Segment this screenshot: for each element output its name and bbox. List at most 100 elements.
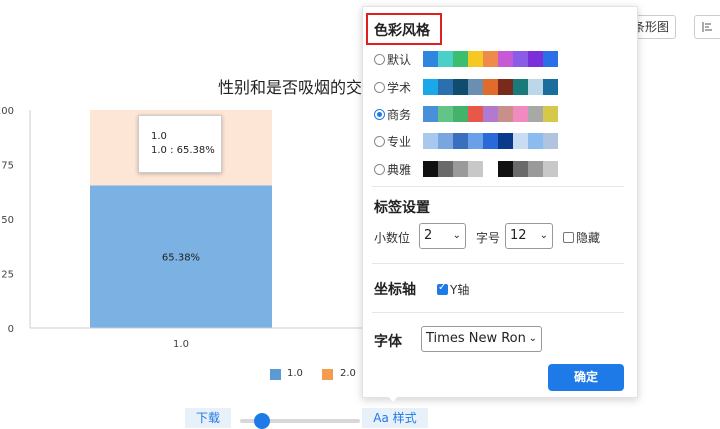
y-tick-label: 25 bbox=[1, 270, 14, 281]
color-swatch bbox=[468, 79, 483, 95]
y-tick-label: 100 bbox=[0, 106, 14, 117]
color-swatch bbox=[483, 133, 498, 149]
color-swatch bbox=[528, 133, 543, 149]
chevron-down-icon: ⌄ bbox=[528, 333, 537, 344]
color-swatch bbox=[498, 133, 513, 149]
color-swatch bbox=[528, 51, 543, 67]
color-swatch bbox=[438, 79, 453, 95]
scheme-swatches-default[interactable] bbox=[423, 51, 558, 67]
color-swatch bbox=[423, 51, 438, 67]
scheme-swatches-academic[interactable] bbox=[423, 79, 558, 95]
color-swatch bbox=[483, 51, 498, 67]
color-swatch bbox=[468, 106, 483, 122]
font-section-title: 字体 bbox=[374, 334, 402, 350]
chevron-down-icon: ⌄ bbox=[452, 230, 461, 241]
chevron-down-icon: ⌄ bbox=[539, 230, 548, 241]
color-swatch bbox=[423, 161, 438, 177]
tooltip-title: 1.0 bbox=[151, 131, 167, 142]
legend-swatch-2 bbox=[322, 369, 333, 380]
x-tick-label: 1.0 bbox=[173, 339, 189, 350]
color-swatch bbox=[423, 106, 438, 122]
divider bbox=[372, 186, 624, 187]
color-swatch bbox=[543, 106, 558, 122]
legend-label-1: 1.0 bbox=[287, 368, 303, 379]
color-swatch bbox=[453, 51, 468, 67]
color-swatch bbox=[453, 106, 468, 122]
bar-data-label: 65.38% bbox=[162, 253, 200, 264]
decimal-label: 小数位 bbox=[374, 231, 411, 245]
scheme-radio-elegant[interactable] bbox=[374, 164, 385, 175]
scheme-swatches-business[interactable] bbox=[423, 106, 558, 122]
color-swatch bbox=[483, 161, 498, 177]
color-swatch bbox=[468, 161, 483, 177]
fontsize-label: 字号 bbox=[476, 231, 501, 245]
download-button[interactable]: 下载 bbox=[185, 408, 231, 428]
scheme-swatches-professional[interactable] bbox=[423, 133, 558, 149]
color-swatch bbox=[543, 51, 558, 67]
hide-checkbox[interactable] bbox=[563, 232, 574, 243]
list-icon bbox=[702, 22, 712, 32]
color-swatch bbox=[513, 161, 528, 177]
legend-label-2: 2.0 bbox=[340, 368, 356, 379]
color-swatch bbox=[468, 133, 483, 149]
color-swatch bbox=[498, 161, 513, 177]
color-swatch bbox=[423, 79, 438, 95]
color-swatch bbox=[528, 161, 543, 177]
color-swatch bbox=[438, 161, 453, 177]
chart-tooltip: 1.0 1.0 : 65.38% bbox=[138, 115, 222, 173]
legend-swatch-1 bbox=[270, 369, 281, 380]
color-swatch bbox=[438, 133, 453, 149]
bar-chart-label: 条形图 bbox=[633, 20, 670, 34]
color-style-title: 色彩风格 bbox=[374, 23, 430, 39]
decimal-select[interactable]: 2 ⌄ bbox=[419, 223, 466, 249]
style-button[interactable]: Aa 样式 bbox=[362, 408, 428, 428]
size-slider-thumb[interactable] bbox=[253, 413, 270, 429]
color-swatch bbox=[513, 79, 528, 95]
color-swatch bbox=[438, 51, 453, 67]
axis-section-title: 坐标轴 bbox=[374, 282, 416, 298]
label-settings-title: 标签设置 bbox=[374, 200, 430, 216]
color-swatch bbox=[498, 51, 513, 67]
y-axis-checkbox[interactable] bbox=[437, 282, 448, 295]
scheme-radio-professional[interactable] bbox=[374, 136, 385, 147]
scheme-radio-business[interactable] bbox=[374, 109, 385, 120]
color-swatch bbox=[453, 133, 468, 149]
decimal-value: 2 bbox=[424, 228, 433, 243]
color-swatch bbox=[528, 106, 543, 122]
color-swatch bbox=[543, 133, 558, 149]
color-swatch bbox=[483, 79, 498, 95]
color-swatch bbox=[528, 79, 543, 95]
fontsize-value: 12 bbox=[510, 228, 527, 243]
hide-label: 隐藏 bbox=[576, 231, 601, 245]
scheme-label-academic: 学术 bbox=[387, 81, 412, 95]
fontsize-select[interactable]: 12 ⌄ bbox=[505, 223, 553, 249]
y-tick-label: 0 bbox=[8, 324, 14, 335]
y-tick-label: 75 bbox=[1, 161, 14, 172]
popover-arrow bbox=[386, 394, 400, 402]
list-view-button[interactable] bbox=[694, 15, 720, 39]
color-swatch bbox=[438, 106, 453, 122]
scheme-label-business: 商务 bbox=[387, 108, 412, 122]
color-swatch bbox=[498, 106, 513, 122]
confirm-button[interactable]: 确定 bbox=[548, 364, 624, 391]
color-swatch bbox=[453, 79, 468, 95]
scheme-label-default: 默认 bbox=[387, 53, 412, 67]
tooltip-value: 1.0 : 65.38% bbox=[151, 145, 215, 156]
scheme-radio-academic[interactable] bbox=[374, 82, 385, 93]
color-swatch bbox=[468, 51, 483, 67]
font-value: Times New Ron bbox=[426, 331, 526, 346]
divider bbox=[372, 263, 624, 264]
font-select[interactable]: Times New Ron ⌄ bbox=[421, 326, 542, 352]
color-swatch bbox=[423, 133, 438, 149]
scheme-label-elegant: 典雅 bbox=[387, 163, 412, 177]
divider bbox=[372, 312, 624, 313]
scheme-label-professional: 专业 bbox=[387, 135, 412, 149]
color-swatch bbox=[513, 133, 528, 149]
color-swatch bbox=[453, 161, 468, 177]
y-axis-label: Y轴 bbox=[450, 283, 470, 297]
color-swatch bbox=[513, 51, 528, 67]
color-swatch bbox=[483, 106, 498, 122]
scheme-radio-default[interactable] bbox=[374, 54, 385, 65]
scheme-swatches-elegant[interactable] bbox=[423, 161, 558, 177]
color-swatch bbox=[498, 79, 513, 95]
